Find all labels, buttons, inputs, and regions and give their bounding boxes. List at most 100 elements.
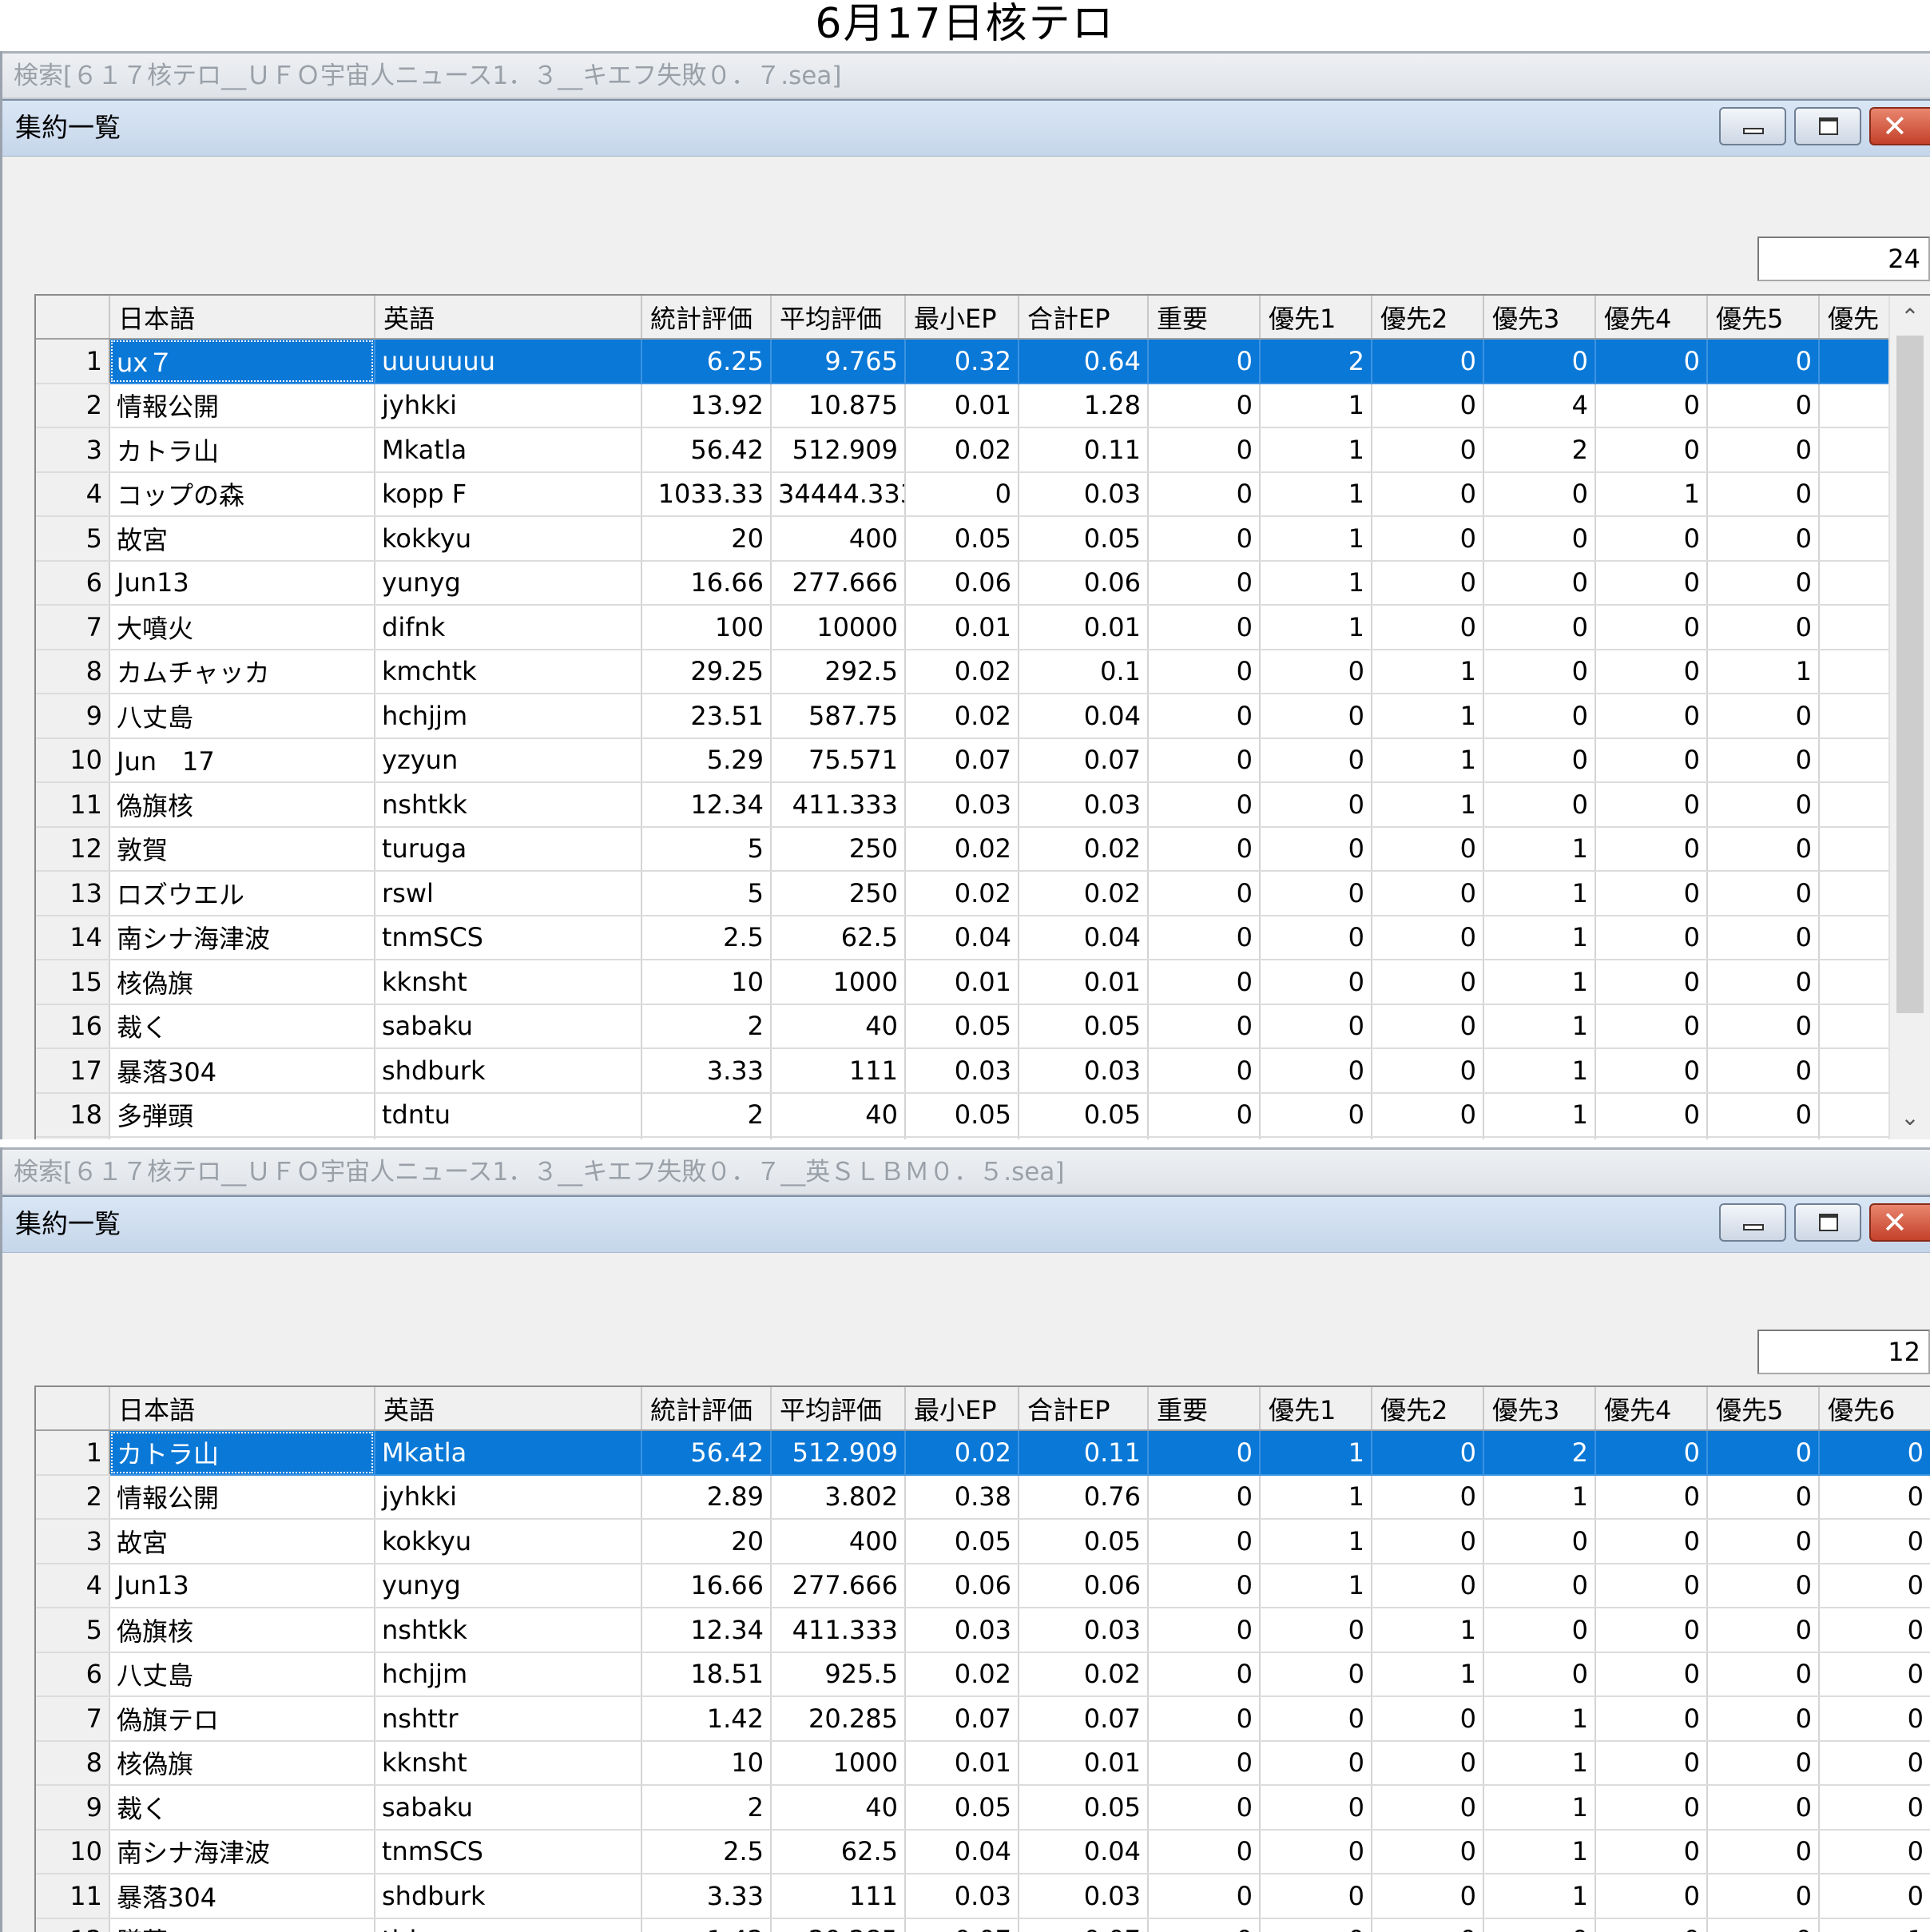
cell-priority-5[interactable]: 0	[1707, 1696, 1820, 1742]
cell-priority-3[interactable]: 0	[1483, 339, 1596, 384]
minimize-button[interactable]	[1719, 107, 1786, 145]
cell-important[interactable]: 0	[1148, 871, 1261, 916]
cell-total-ep[interactable]: 0.04	[1019, 694, 1149, 739]
cell-min-ep[interactable]: 0.07	[905, 1918, 1019, 1932]
cell-priority-5[interactable]: 1	[1707, 649, 1820, 694]
cell-min-ep[interactable]: 0	[905, 471, 1019, 517]
window-title-bar[interactable]: 集約一覧 ✕	[2, 1195, 1930, 1253]
cell-stat-eval[interactable]: 10	[641, 960, 772, 1005]
cell-total-ep[interactable]: 0.07	[1019, 1696, 1149, 1742]
cell-priority-1[interactable]: 1	[1260, 1474, 1372, 1520]
cell-avg-eval[interactable]: 292.5	[771, 649, 906, 694]
cell-min-ep[interactable]: 0.03	[905, 782, 1019, 828]
cell-row-number[interactable]: 15	[36, 960, 110, 1005]
cell-priority-3[interactable]: 2	[1483, 1430, 1596, 1476]
cell-priority-3[interactable]: 0	[1483, 1652, 1596, 1697]
scroll-down-arrow-icon[interactable]: ⌄	[1890, 1099, 1930, 1136]
cell-priority-2[interactable]: 0	[1372, 1137, 1484, 1139]
cell-important[interactable]: 0	[1148, 1004, 1261, 1049]
cell-priority-5[interactable]: 0	[1707, 560, 1820, 606]
cell-priority-4[interactable]: 0	[1595, 427, 1708, 473]
cell-english[interactable]: kokkyu	[375, 1519, 642, 1564]
cell-priority-1[interactable]: 0	[1260, 1696, 1372, 1742]
cell-stat-eval[interactable]: 2.5	[641, 915, 772, 960]
cell-min-ep[interactable]: 0.05	[905, 1004, 1019, 1049]
cell-stat-eval[interactable]: 5	[641, 826, 772, 872]
cell-priority-4[interactable]: 0	[1595, 782, 1708, 828]
table-row[interactable]: 6 Jun13 yunyg 16.66 277.666 0.06 0.06 0 1 0 0 0 0	[36, 560, 1930, 606]
cell-priority-4[interactable]: 0	[1595, 1004, 1708, 1049]
search-title-bar[interactable]: 検索[６１７核テロ__ＵＦＯ宇宙人ニュース1．３__キエフ失敗０．７__英ＳＬＢ…	[2, 1147, 1930, 1195]
cell-row-number[interactable]: 8	[36, 1740, 110, 1786]
cell-important[interactable]: 0	[1148, 1474, 1261, 1520]
cell-priority-1[interactable]: 1	[1260, 1563, 1372, 1608]
cell-priority-2[interactable]: 0	[1372, 915, 1484, 960]
cell-priority-2[interactable]: 0	[1372, 427, 1484, 473]
cell-priority-2[interactable]: 0	[1372, 1874, 1484, 1919]
cell-stat-eval[interactable]: 16.66	[641, 1563, 772, 1608]
column-header-row-number[interactable]	[36, 296, 110, 340]
cell-min-ep[interactable]: 0.02	[905, 871, 1019, 916]
cell-stat-eval[interactable]: 20	[641, 1519, 772, 1564]
table-row[interactable]: 11 偽旗核 nshtkk 12.34 411.333 0.03 0.03 0 0 1 0 0 0	[36, 782, 1930, 828]
table-row[interactable]: 11 暴落304 shdburk 3.33 111 0.03 0.03 0 0 0 1 0 0 0	[36, 1874, 1930, 1919]
column-header-stat-eval[interactable]: 統計評価	[641, 296, 772, 340]
cell-min-ep[interactable]: 0.07	[905, 1696, 1019, 1742]
cell-important[interactable]: 0	[1148, 516, 1261, 562]
cell-avg-eval[interactable]: 587.75	[771, 694, 906, 739]
cell-priority-3[interactable]: 1	[1483, 1092, 1596, 1138]
cell-min-ep[interactable]: 0.07	[905, 737, 1019, 783]
table-row[interactable]: 7 偽旗テロ nshttr 1.42 20.285 0.07 0.07 0 0 0 1 0 0 0	[36, 1696, 1930, 1742]
column-header-priority-4[interactable]: 優先4	[1595, 296, 1708, 340]
cell-avg-eval[interactable]: 111	[771, 1874, 906, 1919]
column-header-priority-3[interactable]: 優先3	[1483, 1387, 1596, 1431]
cell-priority-4[interactable]: 0	[1595, 1608, 1708, 1653]
cell-row-number[interactable]: 3	[36, 427, 110, 473]
cell-total-ep[interactable]: 0.07	[1019, 1918, 1149, 1932]
cell-priority-5[interactable]: 0	[1707, 826, 1820, 872]
cell-priority-4[interactable]: 0	[1595, 560, 1708, 606]
column-header-priority-4[interactable]: 優先4	[1595, 1387, 1708, 1431]
column-header-priority-5[interactable]: 優先5	[1707, 1387, 1820, 1431]
cell-row-number[interactable]: 4	[36, 1563, 110, 1608]
cell-english[interactable]: sabaku	[375, 1785, 642, 1831]
cell-priority-3[interactable]: 1	[1483, 1874, 1596, 1919]
table-row[interactable]: 5 故宮 kokkyu 20 400 0.05 0.05 0 1 0 0 0 0	[36, 516, 1930, 562]
cell-english[interactable]: sabaku	[375, 1004, 642, 1049]
cell-priority-4[interactable]: 0	[1595, 1652, 1708, 1697]
cell-priority-6[interactable]: 0	[1819, 1874, 1930, 1919]
cell-important[interactable]: 0	[1148, 1918, 1261, 1932]
cell-row-number[interactable]: 14	[36, 915, 110, 960]
cell-priority-5[interactable]: 0	[1707, 782, 1820, 828]
cell-priority-1[interactable]: 0	[1260, 782, 1372, 828]
column-header-stat-eval[interactable]: 統計評価	[641, 1387, 772, 1431]
cell-japanese[interactable]: 八丈島	[109, 1652, 375, 1697]
cell-total-ep[interactable]: 0.05	[1019, 1519, 1149, 1564]
cell-priority-2[interactable]: 1	[1372, 1608, 1484, 1653]
cell-priority-2[interactable]: 0	[1372, 516, 1484, 562]
table-row[interactable]: 2 情報公開 jyhkki 2.89 3.802 0.38 0.76 0 1 0 1 0 0 0	[36, 1474, 1930, 1520]
cell-row-number[interactable]: 4	[36, 471, 110, 517]
cell-english[interactable]: Mkatla	[375, 427, 642, 473]
cell-priority-6[interactable]: 0	[1819, 1829, 1930, 1874]
cell-min-ep[interactable]: 0.05	[905, 1519, 1019, 1564]
cell-japanese[interactable]: 裁く	[109, 1785, 375, 1831]
cell-priority-5[interactable]: 0	[1707, 1137, 1820, 1139]
cell-priority-6[interactable]: 0	[1819, 1519, 1930, 1564]
cell-priority-5[interactable]: 0	[1707, 960, 1820, 1005]
cell-avg-eval[interactable]: 277.666	[771, 560, 906, 606]
cell-priority-5[interactable]: 0	[1707, 1048, 1820, 1094]
cell-total-ep[interactable]: 0.06	[1019, 560, 1149, 606]
cell-important[interactable]: 0	[1148, 915, 1261, 960]
cell-priority-3[interactable]: 0	[1483, 737, 1596, 783]
cell-priority-5[interactable]: 0	[1707, 1519, 1820, 1564]
cell-japanese[interactable]: Jun13	[109, 560, 375, 606]
cell-english[interactable]: hchjjm	[375, 1652, 642, 1697]
cell-min-ep[interactable]: 0.03	[905, 1874, 1019, 1919]
cell-row-number[interactable]: 2	[36, 383, 110, 428]
cell-english[interactable]: shdburk	[375, 1048, 642, 1094]
cell-min-ep[interactable]: 0.02	[905, 694, 1019, 739]
cell-priority-4[interactable]: 0	[1595, 737, 1708, 783]
cell-min-ep[interactable]: 0.01	[905, 1740, 1019, 1786]
cell-priority-1[interactable]: 0	[1260, 1048, 1372, 1094]
